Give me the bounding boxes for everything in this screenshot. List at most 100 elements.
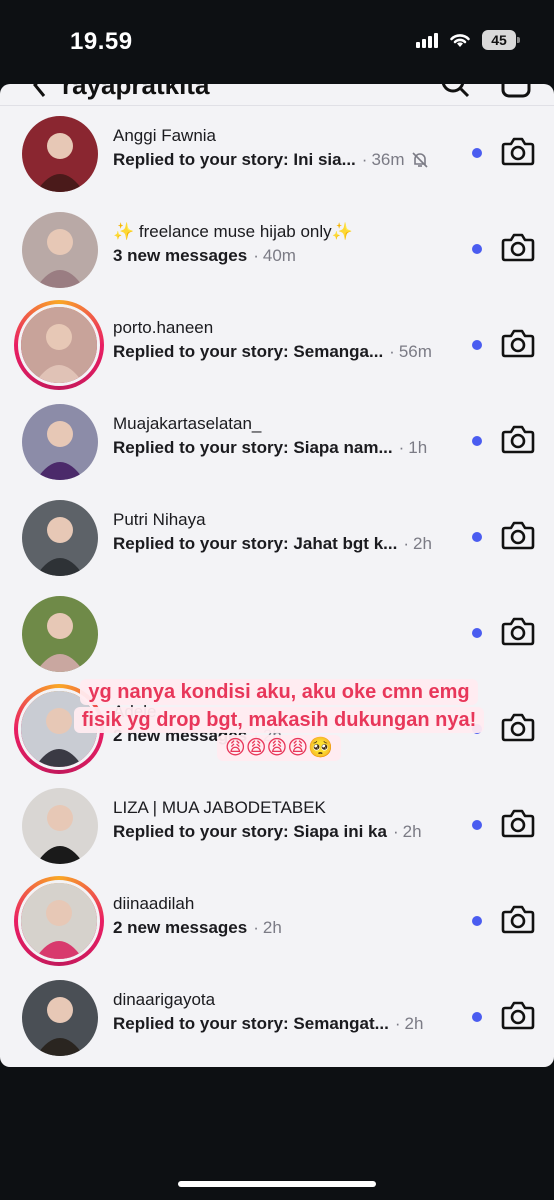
avatar-image: [22, 788, 98, 864]
avatar-image: [22, 404, 98, 480]
thread-row[interactable]: Muajakartaselatan_ Replied to your story…: [0, 394, 554, 490]
messages-header: rayapratkita: [0, 84, 554, 106]
thread-preview: 2 new messages · 2h: [113, 918, 282, 938]
direct-messages-sheet: rayapratkita Anggi Fawnia Replied to you…: [0, 84, 554, 1067]
thread-message: 2 new messages: [113, 918, 248, 937]
thread-message: Replied to your story: Semanga...: [113, 342, 384, 361]
search-icon[interactable]: [440, 84, 470, 102]
thread-name: porto.haneen: [113, 318, 214, 337]
avatar[interactable]: [22, 980, 98, 1056]
thread-preview: Replied to your story: Siapa nam... · 1h: [113, 438, 427, 458]
separator-dot: ·: [398, 438, 405, 457]
avatar[interactable]: [22, 212, 98, 288]
status-time: 19.59: [70, 28, 133, 55]
avatar[interactable]: [22, 596, 98, 672]
avatar[interactable]: [22, 404, 98, 480]
thread-row[interactable]: ✨ freelance muse hijab only✨ 3 new messa…: [0, 202, 554, 298]
separator-dot: ·: [253, 246, 259, 265]
home-indicator[interactable]: [178, 1181, 376, 1187]
wifi-icon: [450, 34, 470, 47]
thread-message: Replied to your story: Jahat bgt k...: [113, 534, 398, 553]
avatar-with-story-ring[interactable]: [14, 876, 104, 966]
camera-icon[interactable]: [501, 424, 535, 454]
avatar-image: [22, 596, 98, 672]
thread-time: 2h: [404, 1014, 424, 1033]
thread-row[interactable]: Anggi Fawnia Replied to your story: Ini …: [0, 106, 554, 202]
thread-name: Anggi Fawnia: [113, 126, 217, 145]
thread-time: 40m: [262, 246, 296, 265]
back-icon[interactable]: [32, 84, 46, 100]
avatar-with-story-ring[interactable]: [14, 300, 104, 390]
thread-preview: 3 new messages · 40m: [113, 246, 296, 266]
avatar-image: [22, 980, 98, 1056]
unread-indicator: [472, 820, 482, 830]
thread-preview: Replied to your story: Ini sia... · 36m: [113, 150, 429, 170]
unread-indicator: [472, 916, 482, 926]
thread-message: Replied to your story: Semangat...: [113, 1014, 389, 1033]
separator-dot: ·: [253, 918, 259, 937]
thread-preview: Replied to your story: Semanga... · 56m: [113, 342, 432, 362]
unread-indicator: [472, 244, 482, 254]
thread-name: ✨ freelance muse hijab only✨: [113, 222, 353, 241]
thread-preview: Replied to your story: Jahat bgt k... · 2…: [113, 534, 432, 554]
avatar-image: [21, 883, 97, 959]
separator-dot: ·: [394, 1014, 401, 1033]
thread-preview: Replied to your story: Semangat... · 2h: [113, 1014, 423, 1034]
thread-row[interactable]: Putri Nihaya Replied to your story: Jaha…: [0, 490, 554, 586]
status-indicators: 45: [416, 30, 520, 50]
thread-message: Replied to your story: Siapa nam...: [113, 438, 393, 457]
thread-time: 1h: [408, 438, 428, 457]
thread-name: dinaarigayota: [113, 990, 216, 1009]
cellular-signal-icon: [416, 32, 438, 48]
unread-indicator: [472, 436, 482, 446]
camera-icon[interactable]: [501, 616, 535, 646]
battery-indicator: 45: [482, 30, 520, 50]
thread-row[interactable]: LIZA | MUA JABODETABEK Replied to your s…: [0, 778, 554, 874]
camera-icon[interactable]: [501, 136, 535, 166]
thread-time: 2h: [262, 918, 282, 937]
thread-time: 56m: [398, 342, 432, 361]
unread-indicator: [472, 628, 482, 638]
avatar-image: [22, 500, 98, 576]
avatar[interactable]: [22, 788, 98, 864]
avatar-image: [22, 116, 98, 192]
thread-time: 36m: [371, 150, 405, 169]
camera-icon[interactable]: [501, 1000, 535, 1030]
thread-row[interactable]: [0, 586, 554, 682]
unread-indicator: [472, 340, 482, 350]
separator-dot: ·: [392, 822, 399, 841]
thread-row[interactable]: dinaarigayota Replied to your story: Sem…: [0, 970, 554, 1066]
thread-name: Muajakartaselatan_: [113, 414, 262, 433]
avatar-image: [21, 307, 97, 383]
separator-dot: ·: [403, 534, 409, 553]
compose-icon[interactable]: [500, 84, 534, 102]
thread-time: 2h: [413, 534, 432, 553]
thread-message: Replied to your story: Siapa ini ka: [113, 822, 387, 841]
avatar[interactable]: [22, 500, 98, 576]
camera-icon[interactable]: [501, 328, 535, 358]
avatar[interactable]: [22, 116, 98, 192]
unread-indicator: [472, 1012, 482, 1022]
thread-row[interactable]: porto.haneen Replied to your story: Sema…: [0, 298, 554, 394]
thread-name: LIZA | MUA JABODETABEK: [113, 798, 326, 817]
thread-message: 3 new messages: [113, 246, 248, 265]
muted-bell-icon: [411, 152, 428, 168]
thread-row[interactable]: diinaadilah 2 new messages · 2h: [0, 874, 554, 970]
camera-icon[interactable]: [501, 232, 535, 262]
story-caption-overlay: yg nanya kondisi aku, aku oke cmn emg fi…: [70, 678, 488, 762]
status-bar: 19.59 45: [0, 0, 554, 84]
separator-dot: ·: [389, 342, 395, 361]
account-title[interactable]: rayapratkita: [62, 84, 209, 101]
camera-icon[interactable]: [501, 808, 535, 838]
camera-icon[interactable]: [501, 904, 535, 934]
camera-icon[interactable]: [501, 712, 535, 742]
thread-name: Putri Nihaya: [113, 510, 206, 529]
thread-preview: Replied to your story: Siapa ini ka · 2h: [113, 822, 422, 842]
camera-icon[interactable]: [501, 520, 535, 550]
unread-indicator: [472, 148, 482, 158]
separator-dot: ·: [361, 150, 368, 169]
avatar-image: [22, 212, 98, 288]
thread-time: 2h: [402, 822, 422, 841]
unread-indicator: [472, 532, 482, 542]
thread-message: Replied to your story: Ini sia...: [113, 150, 356, 169]
